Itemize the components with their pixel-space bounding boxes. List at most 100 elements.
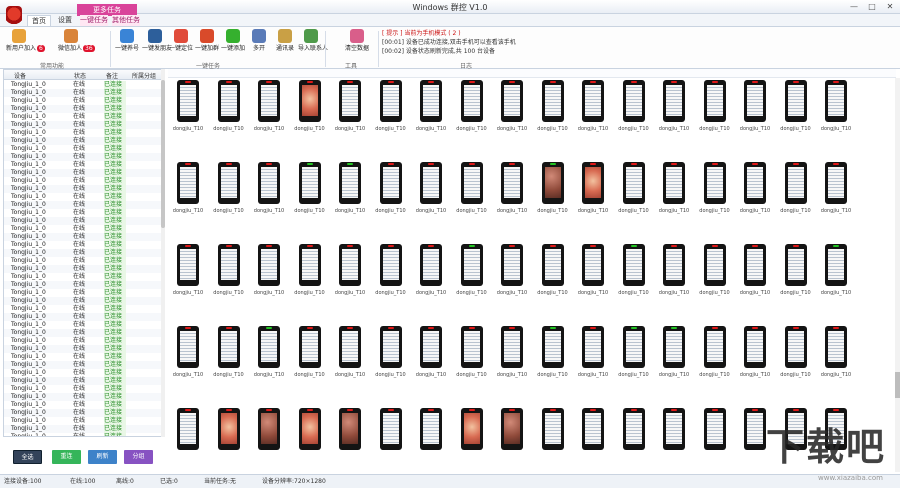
table-row[interactable]: TongJiu_1_0 在线 已连接: [4, 233, 164, 241]
device-phone-tile[interactable]: [420, 80, 442, 122]
device-phone-tile[interactable]: [217, 162, 240, 204]
table-row[interactable]: TongJiu_1_0 在线 已连接: [4, 425, 164, 433]
device-phone-tile[interactable]: [339, 244, 361, 286]
tab-settings[interactable]: 设置: [54, 15, 76, 26]
device-phone-tile[interactable]: [663, 162, 685, 204]
device-phone-tile[interactable]: [622, 326, 645, 368]
device-phone-tile[interactable]: [258, 408, 280, 450]
device-phone-tile[interactable]: [339, 408, 361, 450]
table-row[interactable]: TongJiu_1_0 在线 已连接: [4, 193, 164, 201]
table-row[interactable]: TongJiu_1_0 在线 已连接: [4, 209, 164, 217]
device-phone-tile[interactable]: [177, 408, 199, 450]
device-phone-tile[interactable]: [177, 326, 199, 368]
device-phone-tile[interactable]: [582, 244, 604, 286]
select-all-button[interactable]: 全选: [13, 450, 42, 464]
device-phone-tile[interactable]: [339, 162, 361, 204]
grid-scrollbar-thumb[interactable]: [895, 372, 900, 398]
device-phone-tile[interactable]: [258, 244, 280, 286]
table-row[interactable]: TongJiu_1_0 在线 已连接: [4, 377, 164, 385]
table-row[interactable]: TongJiu_1_0 在线 已连接: [4, 129, 164, 137]
table-row[interactable]: TongJiu_1_0 在线 已连接: [4, 393, 164, 401]
device-phone-tile[interactable]: [784, 80, 807, 122]
table-row[interactable]: TongJiu_1_0 在线 已连接: [4, 337, 164, 345]
tab-other[interactable]: 其他任务: [112, 15, 140, 26]
device-phone-tile[interactable]: [622, 244, 645, 286]
device-phone-tile[interactable]: [744, 80, 766, 122]
device-phone-tile[interactable]: [663, 80, 685, 122]
device-phone-tile[interactable]: [784, 162, 807, 204]
device-phone-tile[interactable]: [420, 244, 442, 286]
device-phone-tile[interactable]: [622, 162, 645, 204]
tab-one-click[interactable]: 一键任务: [80, 15, 108, 26]
device-phone-tile[interactable]: [258, 326, 280, 368]
ribbon-button[interactable]: 一键加群: [194, 29, 220, 57]
device-phone-tile[interactable]: [744, 326, 766, 368]
device-phone-tile[interactable]: [258, 80, 280, 122]
device-phone-tile[interactable]: [379, 244, 402, 286]
device-phone-tile[interactable]: [825, 162, 847, 204]
device-phone-tile[interactable]: [460, 80, 483, 122]
device-phone-tile[interactable]: [298, 326, 321, 368]
ribbon-button[interactable]: 导入联系人: [298, 29, 328, 57]
table-row[interactable]: TongJiu_1_0 在线 已连接: [4, 97, 164, 105]
device-phone-tile[interactable]: [825, 326, 847, 368]
device-phone-tile[interactable]: [541, 326, 564, 368]
device-phone-tile[interactable]: [541, 80, 564, 122]
table-row[interactable]: TongJiu_1_0 在线 已连接: [4, 297, 164, 305]
table-row[interactable]: TongJiu_1_0 在线 已连接: [4, 145, 164, 153]
ribbon-button[interactable]: 一键养号: [114, 29, 140, 57]
table-row[interactable]: TongJiu_1_0 在线 已连接: [4, 137, 164, 145]
device-phone-tile[interactable]: [501, 162, 523, 204]
device-phone-tile[interactable]: [460, 244, 483, 286]
table-row[interactable]: TongJiu_1_0 在线 已连接: [4, 361, 164, 369]
table-row[interactable]: TongJiu_1_0 在线 已连接: [4, 329, 164, 337]
device-phone-tile[interactable]: [217, 326, 240, 368]
table-row[interactable]: TongJiu_1_0 在线 已连接: [4, 225, 164, 233]
table-row[interactable]: TongJiu_1_0 在线 已连接: [4, 369, 164, 377]
device-phone-tile[interactable]: [339, 326, 361, 368]
device-phone-tile[interactable]: [541, 162, 564, 204]
device-phone-tile[interactable]: [541, 244, 564, 286]
device-phone-tile[interactable]: [298, 244, 321, 286]
device-phone-tile[interactable]: [339, 80, 361, 122]
device-phone-tile[interactable]: [703, 244, 726, 286]
table-row[interactable]: TongJiu_1_0 在线 已连接: [4, 385, 164, 393]
device-phone-tile[interactable]: [379, 80, 402, 122]
table-row[interactable]: TongJiu_1_0 在线 已连接: [4, 353, 164, 361]
device-phone-tile[interactable]: [460, 408, 483, 450]
device-phone-tile[interactable]: [663, 326, 685, 368]
table-row[interactable]: TongJiu_1_0 在线 已连接: [4, 201, 164, 209]
device-phone-tile[interactable]: [420, 326, 442, 368]
table-scrollbar-thumb[interactable]: [161, 80, 165, 228]
device-phone-tile[interactable]: [582, 408, 604, 450]
device-phone-tile[interactable]: [460, 162, 483, 204]
device-phone-tile[interactable]: [784, 326, 807, 368]
device-phone-tile[interactable]: [825, 244, 847, 286]
table-row[interactable]: TongJiu_1_0 在线 已连接: [4, 281, 164, 289]
device-phone-tile[interactable]: [177, 162, 199, 204]
device-phone-tile[interactable]: [298, 162, 321, 204]
table-row[interactable]: TongJiu_1_0 在线 已连接: [4, 417, 164, 425]
column-header-note[interactable]: 备注: [106, 71, 118, 80]
column-header-status[interactable]: 状态: [74, 71, 86, 80]
group-button[interactable]: 分组: [124, 450, 153, 464]
grid-scrollbar[interactable]: [895, 78, 900, 472]
device-phone-tile[interactable]: [703, 162, 726, 204]
ribbon-button[interactable]: 一键添加: [220, 29, 246, 57]
device-phone-tile[interactable]: [217, 244, 240, 286]
device-phone-tile[interactable]: [379, 408, 402, 450]
table-row[interactable]: TongJiu_1_0 在线 已连接: [4, 401, 164, 409]
device-phone-tile[interactable]: [582, 326, 604, 368]
ribbon-button[interactable]: 微信加人 36: [58, 29, 95, 57]
table-row[interactable]: TongJiu_1_0 在线 已连接: [4, 81, 164, 89]
device-phone-tile[interactable]: [258, 162, 280, 204]
table-row[interactable]: TongJiu_1_0 在线 已连接: [4, 185, 164, 193]
device-phone-tile[interactable]: [177, 244, 199, 286]
refresh-button[interactable]: 刷新: [88, 450, 117, 464]
column-header-device[interactable]: 设备: [14, 71, 26, 80]
column-header-group[interactable]: 所属分组: [132, 71, 156, 80]
device-phone-tile[interactable]: [298, 80, 321, 122]
maximize-button[interactable]: □: [864, 1, 880, 12]
device-phone-tile[interactable]: [298, 408, 321, 450]
table-row[interactable]: TongJiu_1_0 在线 已连接: [4, 249, 164, 257]
